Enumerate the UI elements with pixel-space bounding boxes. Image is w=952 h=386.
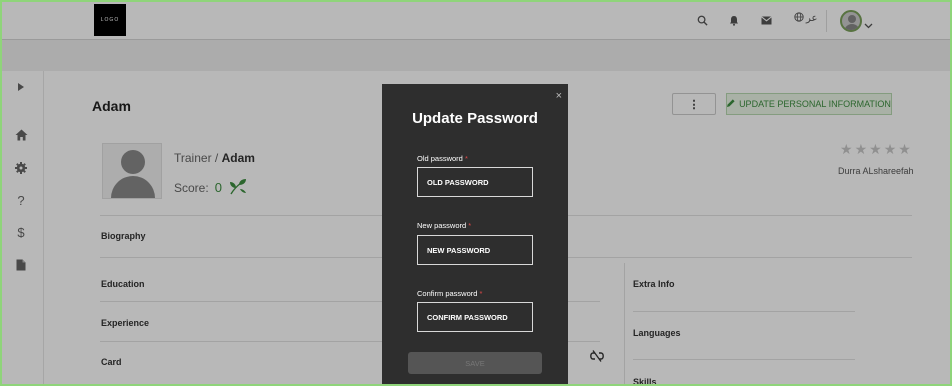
new-password-label-text: New password: [417, 221, 467, 230]
new-password-input[interactable]: [417, 235, 533, 265]
confirm-password-label-text: Confirm password: [417, 289, 478, 298]
old-password-label-text: Old password: [417, 154, 463, 163]
app-frame: LOGO عر ? $ Adam ⋮ UPDATE PERSONAL INFOR…: [0, 0, 952, 386]
new-password-label: New password *: [417, 221, 471, 230]
modal-title: Update Password: [412, 110, 538, 127]
old-password-input[interactable]: [417, 167, 533, 197]
required-mark: *: [468, 221, 472, 230]
required-mark: *: [479, 289, 483, 298]
close-icon[interactable]: ×: [556, 90, 562, 102]
update-password-modal: × Update Password Old password * New pas…: [382, 84, 568, 384]
save-button[interactable]: SAVE: [408, 352, 542, 374]
confirm-password-label: Confirm password *: [417, 289, 482, 298]
confirm-password-input[interactable]: [417, 302, 533, 332]
old-password-label: Old password *: [417, 154, 468, 163]
required-mark: *: [464, 154, 468, 163]
